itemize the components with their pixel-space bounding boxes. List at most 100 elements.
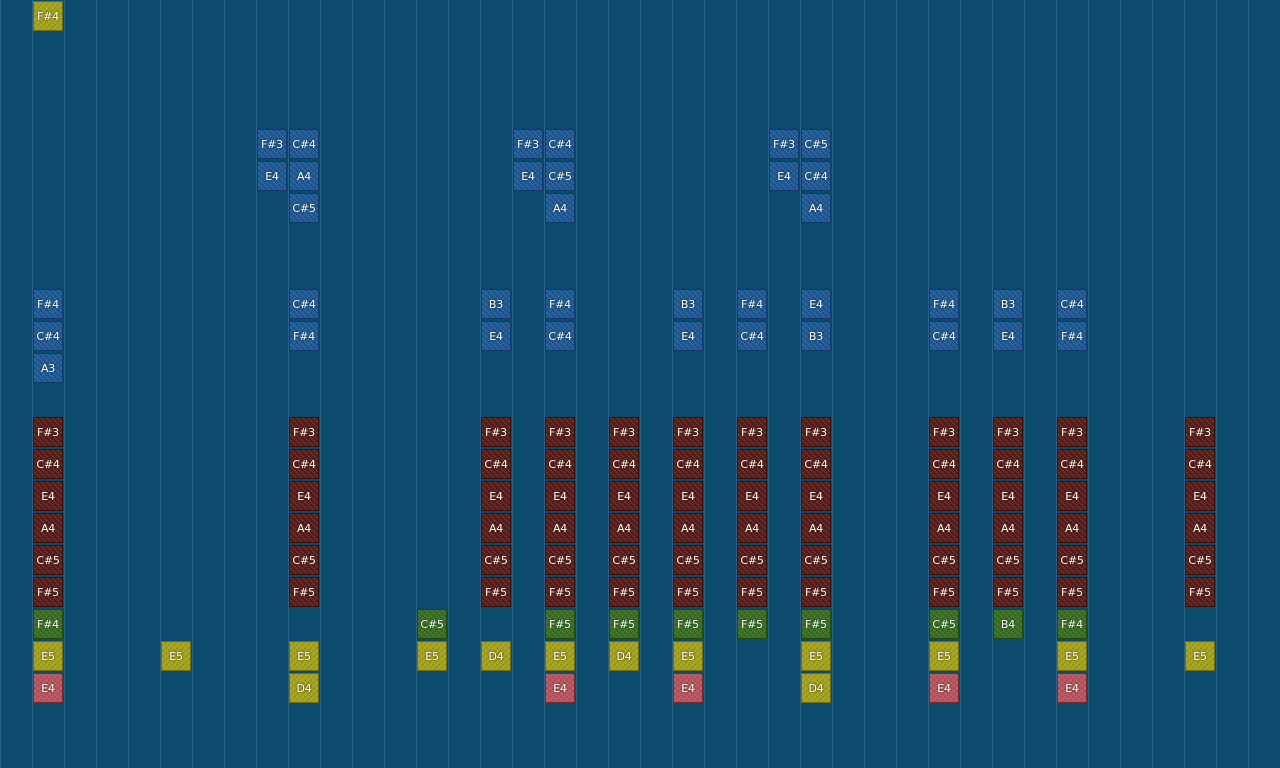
note-block[interactable]: C#5 [993,545,1023,575]
note-block[interactable]: F#5 [1185,577,1215,607]
note-block[interactable]: F#5 [929,577,959,607]
note-block[interactable]: F#4 [289,321,319,351]
note-block[interactable]: E4 [993,481,1023,511]
note-block[interactable]: C#5 [801,129,831,159]
note-block[interactable]: F#5 [737,609,767,639]
note-block[interactable]: F#3 [993,417,1023,447]
note-block[interactable]: E4 [673,481,703,511]
note-block[interactable]: F#5 [609,577,639,607]
note-block[interactable]: E4 [1185,481,1215,511]
note-block[interactable]: F#5 [609,609,639,639]
note-block[interactable]: E5 [1185,641,1215,671]
note-block[interactable]: C#4 [1185,449,1215,479]
note-block[interactable]: F#5 [801,609,831,639]
note-block[interactable]: F#5 [993,577,1023,607]
note-block[interactable]: D4 [609,641,639,671]
note-block[interactable]: F#4 [737,289,767,319]
note-block[interactable]: D4 [801,673,831,703]
note-block[interactable]: C#5 [1057,545,1087,575]
note-block[interactable]: E4 [257,161,287,191]
note-block[interactable]: F#5 [737,577,767,607]
note-block[interactable]: B3 [993,289,1023,319]
note-block[interactable]: A4 [545,513,575,543]
note-block[interactable]: E5 [33,641,63,671]
note-block[interactable]: E4 [513,161,543,191]
note-block[interactable]: A4 [993,513,1023,543]
note-block[interactable]: F#3 [929,417,959,447]
note-block[interactable]: A4 [673,513,703,543]
note-block[interactable]: C#4 [545,321,575,351]
note-block[interactable]: F#4 [33,609,63,639]
note-block[interactable]: C#5 [481,545,511,575]
note-block[interactable]: E4 [1057,481,1087,511]
note-block[interactable]: A4 [609,513,639,543]
note-block[interactable]: F#3 [737,417,767,447]
note-block[interactable]: C#5 [1185,545,1215,575]
note-block[interactable]: D4 [289,673,319,703]
note-block[interactable]: C#5 [33,545,63,575]
note-block[interactable]: F#3 [1057,417,1087,447]
note-block[interactable]: C#4 [33,321,63,351]
note-block[interactable]: C#5 [929,609,959,639]
note-block[interactable]: E4 [801,481,831,511]
note-block[interactable]: C#5 [545,161,575,191]
note-block[interactable]: F#3 [769,129,799,159]
note-block[interactable]: E4 [481,481,511,511]
note-block[interactable]: C#4 [929,321,959,351]
note-block[interactable]: C#4 [801,449,831,479]
note-block[interactable]: E4 [609,481,639,511]
note-block[interactable]: C#5 [929,545,959,575]
note-block[interactable]: A4 [1185,513,1215,543]
note-block[interactable]: E5 [161,641,191,671]
note-block[interactable]: C#4 [545,129,575,159]
note-block[interactable]: C#4 [1057,289,1087,319]
note-block[interactable]: D4 [481,641,511,671]
note-block[interactable]: F#5 [1057,577,1087,607]
note-block[interactable]: E4 [673,321,703,351]
note-block[interactable]: F#3 [33,417,63,447]
note-block[interactable]: E4 [993,321,1023,351]
note-block[interactable]: C#4 [801,161,831,191]
note-block[interactable]: F#5 [289,577,319,607]
note-block[interactable]: E4 [545,673,575,703]
note-block[interactable]: F#3 [545,417,575,447]
note-block[interactable]: C#4 [545,449,575,479]
note-block[interactable]: E4 [801,289,831,319]
note-block[interactable]: F#4 [929,289,959,319]
note-block[interactable]: C#4 [673,449,703,479]
note-block[interactable]: E5 [417,641,447,671]
note-block[interactable]: C#4 [481,449,511,479]
note-block[interactable]: E4 [737,481,767,511]
note-block[interactable]: C#5 [737,545,767,575]
note-block[interactable]: C#4 [737,321,767,351]
note-block[interactable]: B4 [993,609,1023,639]
note-block[interactable]: A4 [801,513,831,543]
note-block[interactable]: E5 [929,641,959,671]
note-block[interactable]: A4 [481,513,511,543]
note-block[interactable]: C#4 [33,449,63,479]
note-block[interactable]: F#5 [673,609,703,639]
note-block[interactable]: F#5 [673,577,703,607]
note-block[interactable]: A4 [1057,513,1087,543]
note-block[interactable]: A3 [33,353,63,383]
note-block[interactable]: F#5 [545,609,575,639]
note-block[interactable]: A4 [33,513,63,543]
note-block[interactable]: E4 [289,481,319,511]
note-block[interactable]: F#5 [801,577,831,607]
note-block[interactable]: C#4 [993,449,1023,479]
note-block[interactable]: C#5 [289,545,319,575]
note-block[interactable]: A4 [545,193,575,223]
note-block[interactable]: E5 [289,641,319,671]
note-block[interactable]: E4 [929,673,959,703]
note-block[interactable]: B3 [481,289,511,319]
note-block[interactable]: E5 [673,641,703,671]
note-block[interactable]: E4 [545,481,575,511]
note-block[interactable]: F#3 [289,417,319,447]
note-block[interactable]: C#4 [289,449,319,479]
note-block[interactable]: F#3 [673,417,703,447]
note-block[interactable]: E4 [929,481,959,511]
note-block[interactable]: E4 [1057,673,1087,703]
note-block[interactable]: A4 [289,513,319,543]
note-block[interactable]: C#5 [289,193,319,223]
note-block[interactable]: F#3 [481,417,511,447]
